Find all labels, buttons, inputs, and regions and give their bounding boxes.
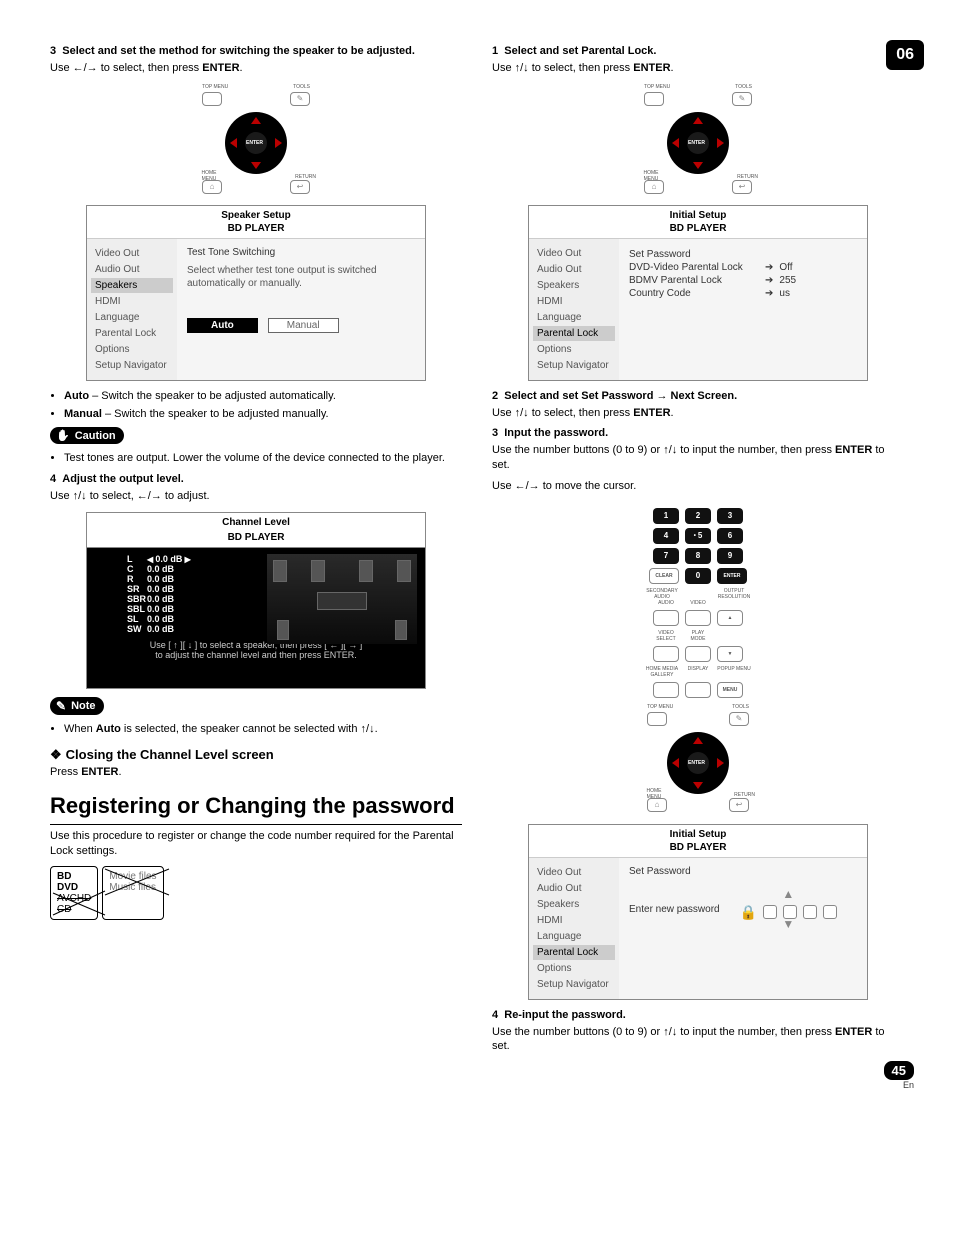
- page-footer: 45 En: [884, 1063, 914, 1090]
- speaker-setup-panel: Speaker Setup BD PLAYER Video Out Audio …: [86, 205, 426, 381]
- room-illustration: [267, 554, 417, 644]
- remote-dpad-illustration: TOP MENU TOOLS ✎ ENTER HOME MENU RETURN …: [196, 84, 316, 194]
- media-badges: BD DVD AVCHD CD Movie files Music files: [50, 866, 462, 920]
- note-badge: Note: [50, 697, 104, 715]
- hand-icon: [56, 429, 70, 442]
- auto-button[interactable]: Auto: [187, 318, 258, 333]
- step-3-heading: 3 Select and set the method for switchin…: [50, 44, 462, 59]
- r-step-1-instruction: Use ↑/↓ to select, then press ENTER.: [492, 61, 904, 76]
- manual-button[interactable]: Manual: [268, 318, 339, 333]
- closing-heading: Closing the Channel Level screen: [50, 747, 462, 763]
- r-step-4-body: Use the number buttons (0 to 9) or ↑/↓ t…: [492, 1025, 904, 1055]
- set-password-heading: Set Password: [629, 866, 857, 877]
- step-4-heading: 4 Adjust the output level.: [50, 472, 462, 487]
- closing-text: Press ENTER.: [50, 765, 462, 780]
- r-step-2-instruction: Use ↑/↓ to select, then press ENTER.: [492, 406, 904, 421]
- setup-sidebar: Video Out Audio Out Speakers HDMI Langua…: [87, 239, 177, 380]
- remote-dpad-illustration: TOP MENU TOOLS ✎ ENTER HOME MENU RETURN …: [638, 84, 758, 194]
- r-step-3-move: Use ←/→ to move the cursor.: [492, 479, 904, 494]
- r-step-3-heading: 3 Input the password.: [492, 426, 904, 441]
- step-4-instruction: Use ↑/↓ to select, ←/→ to adjust.: [50, 489, 462, 504]
- channel-level-panel: Channel Level BD PLAYER L◀ 0.0 dB ▶ C0.0…: [86, 512, 426, 689]
- r-step-4-heading: 4 Re-input the password.: [492, 1008, 904, 1023]
- tone-mode-list: Auto – Switch the speaker to be adjusted…: [50, 389, 462, 422]
- section-body: Use this procedure to register or change…: [50, 829, 462, 859]
- test-tone-heading: Test Tone Switching: [187, 247, 415, 258]
- caution-text: Test tones are output. Lower the volume …: [64, 451, 462, 466]
- r-step-2-heading: 2 Select and set Set Password → Next Scr…: [492, 389, 904, 404]
- test-tone-desc: Select whether test tone output is switc…: [187, 264, 415, 290]
- pen-icon: [56, 699, 66, 713]
- r-step-1-heading: 1 Select and set Parental Lock.: [492, 44, 904, 59]
- cross-out-icon: [51, 867, 109, 917]
- chapter-tab: 06: [886, 40, 924, 70]
- initial-setup-panel-1: Initial Setup BD PLAYER Video Out Audio …: [528, 205, 868, 381]
- note-text: When Auto is selected, the speaker canno…: [64, 722, 462, 737]
- caution-badge: Caution: [50, 427, 124, 444]
- password-prompt: Enter new password: [629, 904, 720, 915]
- section-title: Registering or Changing the password: [50, 794, 462, 825]
- r-step-3-body: Use the number buttons (0 to 9) or ↑/↓ t…: [492, 443, 904, 473]
- remote-keypad-illustration: 1 2 3 4 •5 6 7 8 9 CLEAR: [641, 502, 755, 816]
- cross-out-icon: [103, 867, 173, 899]
- initial-setup-panel-2: Initial Setup BD PLAYER Video Out Audio …: [528, 824, 868, 1000]
- step-3-instruction: Use ←/→ to select, then press ENTER.: [50, 61, 462, 76]
- lock-icon: 🔒: [740, 904, 757, 921]
